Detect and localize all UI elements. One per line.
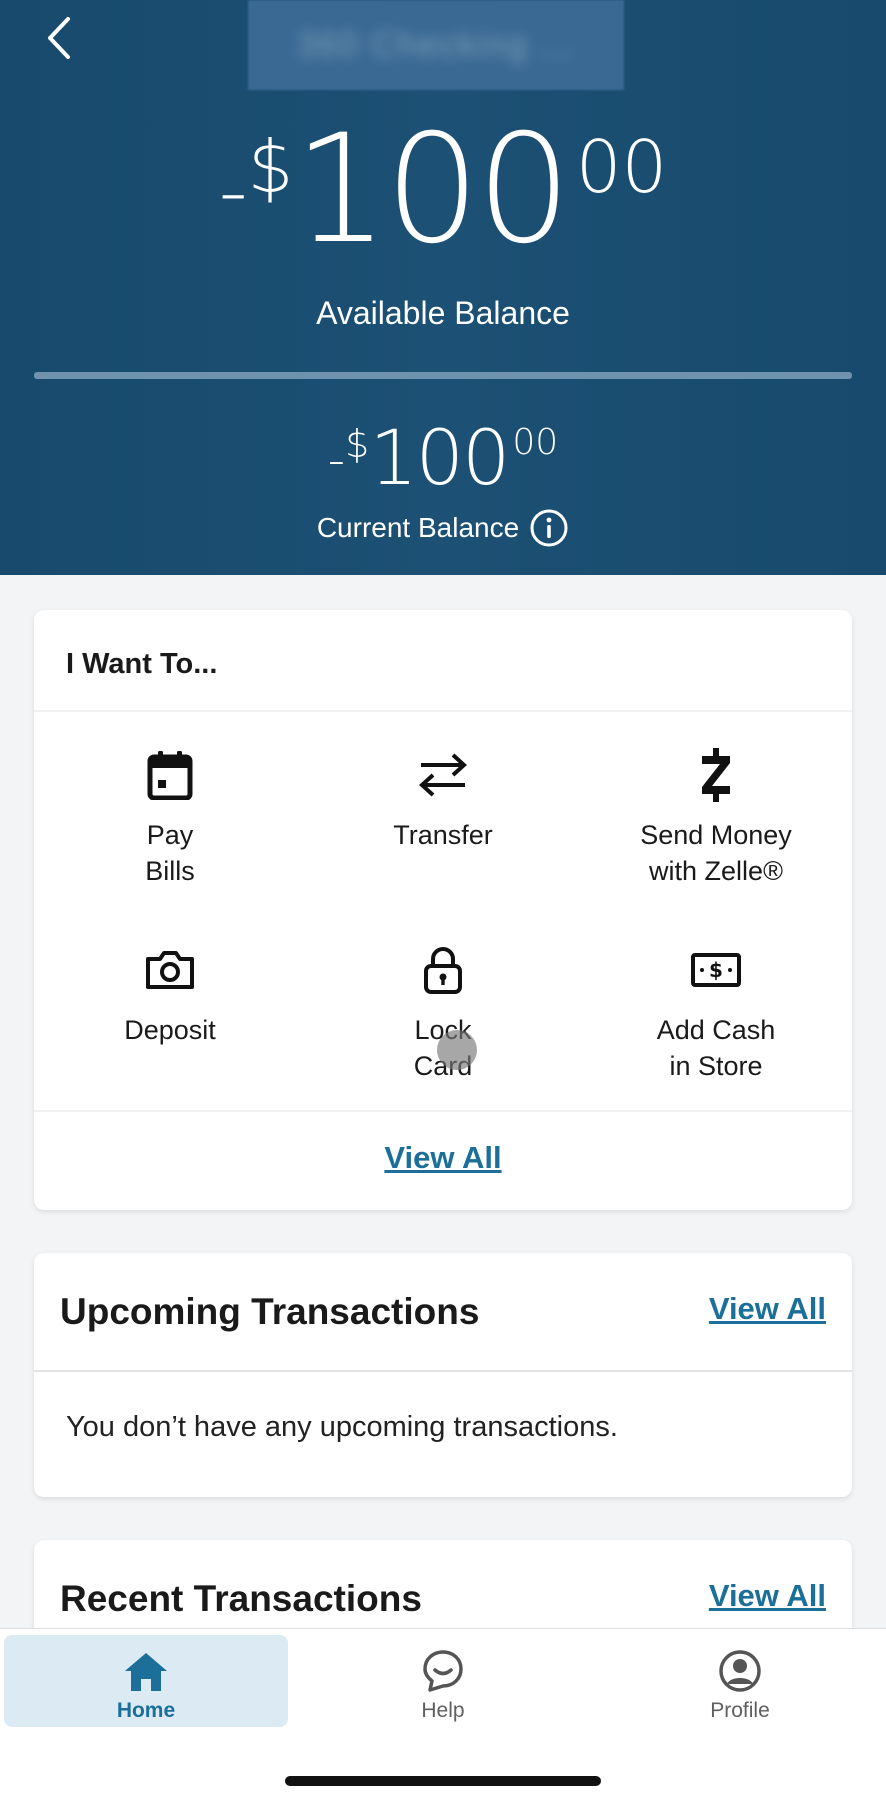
current-balance-label: Current Balance [316,512,520,543]
view-all-row: View All [34,1140,852,1176]
current-balance-amount: - $ 100 00 [327,413,559,502]
card-divider [34,1370,852,1372]
i-want-to-title: I Want To... [66,648,218,680]
svg-text:$: $ [709,958,723,982]
home-icon [125,1653,167,1691]
bottom-navigation: Home Help Profile [0,1628,886,1800]
nav-profile[interactable]: Profile [598,1635,882,1727]
action-label: Send Money with Zelle® [640,820,792,886]
lock-icon [424,947,462,994]
action-pay-bills[interactable]: Pay Bills [34,745,306,889]
nav-label: Profile [710,1699,770,1722]
action-label: Deposit [124,1015,216,1045]
touch-indicator [437,1030,477,1070]
transfer-arrows-icon [419,753,467,797]
profile-icon [719,1650,761,1692]
view-all-recent-link[interactable]: View All [709,1578,826,1614]
home-indicator-bar [285,1776,601,1786]
camera-icon [146,951,194,989]
available-balance-amount: - $ 100 00 [218,103,668,277]
recent-transactions-title: Recent Transactions [60,1578,422,1619]
view-all-upcoming-link[interactable]: View All [709,1291,826,1327]
action-label: Pay Bills [145,820,195,886]
account-name-redacted: 360 Checking ... [248,0,624,90]
nav-help[interactable]: Help [301,1635,585,1727]
header-divider [34,372,852,379]
upcoming-empty-message: You don’t have any upcoming transactions… [66,1411,618,1443]
view-all-actions-link[interactable]: View All [384,1140,501,1175]
balance-header: 360 Checking ... - $ 100 00 Available Ba… [0,0,886,575]
back-button[interactable] [34,10,84,66]
nav-label: Home [116,1699,176,1722]
current-balance-label-row: Current Balance [0,508,886,548]
nav-home[interactable]: Home [4,1635,288,1727]
action-add-cash[interactable]: $ Add Cash in Store [580,940,852,1084]
action-label: Transfer [393,820,493,850]
cash-icon: $ [691,953,741,987]
action-send-money-zelle[interactable]: Send Money with Zelle® [580,745,852,889]
nav-label: Help [421,1699,465,1722]
upcoming-transactions-title: Upcoming Transactions [60,1291,480,1332]
i-want-to-card: I Want To... Pay Bills Transfer Send Mon… [34,610,852,1210]
calendar-icon [147,751,193,800]
available-balance-label: Available Balance [316,295,570,331]
card-divider [34,710,852,712]
card-divider [34,1110,852,1112]
action-transfer[interactable]: Transfer [307,745,579,853]
zelle-icon [702,748,730,802]
chat-bubble-icon [423,1650,463,1692]
info-icon[interactable] [529,508,569,548]
action-label: Add Cash in Store [656,1015,776,1081]
chevron-left-icon [48,17,70,59]
upcoming-transactions-card: Upcoming Transactions View All You don’t… [34,1253,852,1497]
action-deposit[interactable]: Deposit [34,940,306,1048]
